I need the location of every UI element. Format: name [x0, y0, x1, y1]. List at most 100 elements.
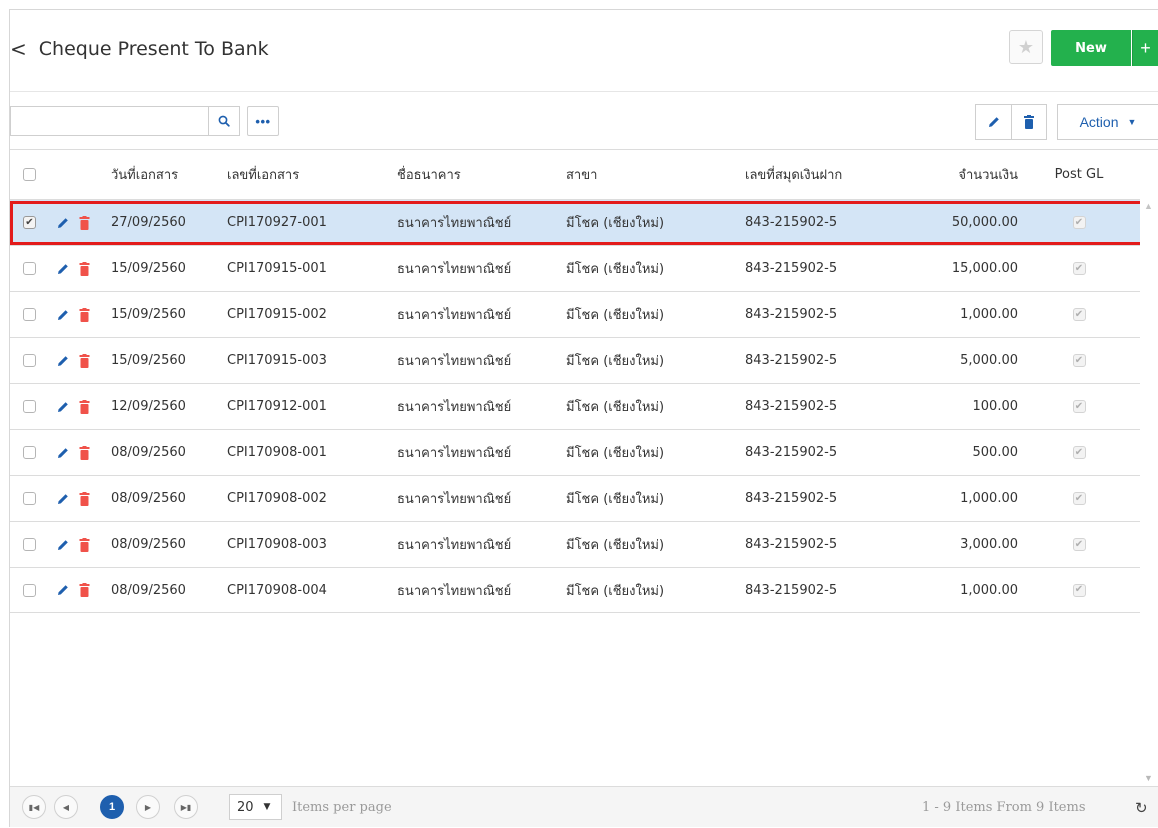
trash-icon[interactable] [79, 583, 90, 597]
col-header-post-gl[interactable]: Post GL [1054, 150, 1104, 199]
table-row[interactable]: 12/09/2560 CPI170912-001 ธนาคารไทยพาณิชย์ ม… [10, 383, 1140, 429]
row-branch: มีโชค (เชียงใหม่) [566, 400, 665, 415]
scroll-up-icon[interactable]: ▲ [1144, 201, 1153, 211]
row-amount: 1,000.00 [960, 307, 1018, 322]
post-gl-checkbox: ✔ [1072, 400, 1086, 413]
row-amount: 15,000.00 [951, 261, 1018, 276]
row-doc-no: CPI170915-003 [227, 353, 327, 368]
pencil-icon[interactable] [56, 583, 70, 597]
row-select-checkbox[interactable] [23, 308, 36, 321]
row-amount: 1,000.00 [960, 491, 1018, 506]
last-page-button[interactable]: ▶▮ [174, 795, 198, 819]
row-branch: มีโชค (เชียงใหม่) [566, 446, 665, 461]
action-dropdown[interactable]: Action ▼ [1057, 104, 1158, 140]
row-amount: 3,000.00 [960, 537, 1018, 552]
back-chevron-icon[interactable]: < [10, 37, 27, 61]
select-all-checkbox[interactable] [23, 168, 36, 181]
trash-icon[interactable] [79, 537, 90, 552]
row-date: 12/09/2560 [111, 399, 186, 414]
trash-icon[interactable] [79, 215, 90, 230]
grid-body: ✔ 27/09/2560 CPI170927-001 ธนาคารไทยพาณิชย์… [10, 199, 1147, 613]
row-branch: มีโชค (เชียงใหม่) [566, 216, 665, 231]
page-title: Cheque Present To Bank [38, 38, 269, 60]
row-actions [56, 568, 90, 612]
new-button[interactable]: New [1051, 30, 1131, 66]
more-options-button[interactable]: ••• [247, 106, 279, 136]
table-row[interactable]: 08/09/2560 CPI170908-004 ธนาคารไทยพาณิชย์ ม… [10, 567, 1140, 613]
col-header-bank[interactable]: ชื่อธนาคาร [397, 150, 461, 199]
row-amount: 100.00 [972, 399, 1019, 414]
col-header-branch[interactable]: สาขา [566, 150, 597, 199]
pencil-icon[interactable] [56, 538, 70, 552]
row-doc-no: CPI170915-001 [227, 261, 327, 276]
row-select-checkbox[interactable] [23, 583, 36, 597]
row-bank: ธนาคารไทยพาณิชย์ [397, 538, 512, 553]
next-page-button[interactable]: ▶ [136, 795, 160, 819]
new-dropdown-button[interactable]: + [1132, 30, 1158, 66]
table-row[interactable]: ✔ 27/09/2560 CPI170927-001 ธนาคารไทยพาณิชย์… [10, 199, 1147, 245]
col-header-doc-no[interactable]: เลขที่เอกสาร [227, 150, 299, 199]
row-select-checkbox[interactable] [23, 354, 36, 367]
row-select-checkbox[interactable] [23, 446, 36, 459]
pencil-icon[interactable] [56, 400, 70, 414]
table-row[interactable]: 08/09/2560 CPI170908-001 ธนาคารไทยพาณิชย์ ม… [10, 429, 1140, 475]
table-row[interactable]: 15/09/2560 CPI170915-001 ธนาคารไทยพาณิชย์ ม… [10, 245, 1140, 291]
pencil-icon[interactable] [56, 354, 70, 368]
refresh-icon[interactable]: ↻ [1135, 787, 1148, 828]
row-bank: ธนาคารไทยพาณิชย์ [397, 216, 512, 231]
post-gl-checkbox: ✔ [1072, 446, 1086, 459]
row-select-checkbox[interactable] [23, 538, 36, 551]
col-header-amount[interactable]: จำนวนเงิน [910, 150, 1018, 199]
pencil-icon[interactable] [56, 492, 70, 506]
row-doc-no: CPI170908-002 [227, 491, 327, 506]
trash-icon[interactable] [79, 261, 90, 276]
row-bank: ธนาคารไทยพาณิชย์ [397, 308, 512, 323]
post-gl-checkbox: ✔ [1072, 538, 1086, 551]
table-row[interactable]: 15/09/2560 CPI170915-003 ธนาคารไทยพาณิชย์ ม… [10, 337, 1140, 383]
trash-icon[interactable] [79, 307, 90, 322]
last-page-icon: ▶▮ [180, 802, 192, 812]
toolbar-edit-button[interactable] [975, 104, 1011, 140]
favorite-button[interactable]: ★ [1009, 30, 1043, 64]
prev-page-button[interactable]: ◀ [54, 795, 78, 819]
row-select-checkbox[interactable] [23, 400, 36, 413]
trash-icon[interactable] [79, 399, 90, 414]
row-select-checkbox[interactable] [23, 492, 36, 505]
pencil-icon[interactable] [56, 216, 70, 230]
post-gl-checkbox: ✔ [1072, 216, 1086, 229]
toolbar-delete-button[interactable] [1011, 104, 1047, 140]
page-number-current[interactable]: 1 [100, 795, 124, 819]
page-size-select[interactable]: 20 ▼ [229, 794, 282, 820]
table-row[interactable]: 08/09/2560 CPI170908-003 ธนาคารไทยพาณิชย์ ม… [10, 521, 1140, 567]
row-doc-no: CPI170908-003 [227, 537, 327, 552]
cheque-grid: วันที่เอกสาร เลขที่เอกสาร ชื่อธนาคาร สาข… [10, 149, 1158, 787]
row-actions [56, 522, 90, 567]
row-select-cell [23, 384, 36, 429]
trash-icon[interactable] [79, 491, 90, 506]
trash-icon[interactable] [79, 445, 90, 460]
row-date: 08/09/2560 [111, 445, 186, 460]
table-row[interactable]: 15/09/2560 CPI170915-002 ธนาคารไทยพาณิชย์ ม… [10, 291, 1140, 337]
row-doc-no: CPI170912-001 [227, 399, 327, 414]
row-select-cell [23, 476, 36, 521]
row-select-checkbox[interactable]: ✔ [23, 216, 36, 229]
row-branch: มีโชค (เชียงใหม่) [566, 583, 665, 599]
trash-icon[interactable] [79, 353, 90, 368]
items-per-page-label: Items per page [292, 800, 392, 815]
col-header-account[interactable]: เลขที่สมุดเงินฝาก [745, 150, 842, 199]
col-header-date[interactable]: วันที่เอกสาร [111, 150, 201, 199]
vertical-scrollbar[interactable]: ▲ ▼ [1140, 199, 1158, 787]
row-post-gl: ✔ [1054, 292, 1104, 337]
first-page-button[interactable]: ▮◀ [22, 795, 46, 819]
pencil-icon[interactable] [56, 262, 70, 276]
pencil-icon[interactable] [56, 308, 70, 322]
search-button[interactable] [208, 106, 240, 136]
row-select-checkbox[interactable] [23, 262, 36, 275]
grid-header: วันที่เอกสาร เลขที่เอกสาร ชื่อธนาคาร สาข… [10, 150, 1140, 199]
pencil-icon[interactable] [56, 446, 70, 460]
search-input[interactable] [10, 106, 208, 136]
star-icon: ★ [1017, 36, 1035, 57]
search-icon [218, 115, 230, 127]
scroll-down-icon[interactable]: ▼ [1144, 773, 1153, 783]
table-row[interactable]: 08/09/2560 CPI170908-002 ธนาคารไทยพาณิชย์ ม… [10, 475, 1140, 521]
